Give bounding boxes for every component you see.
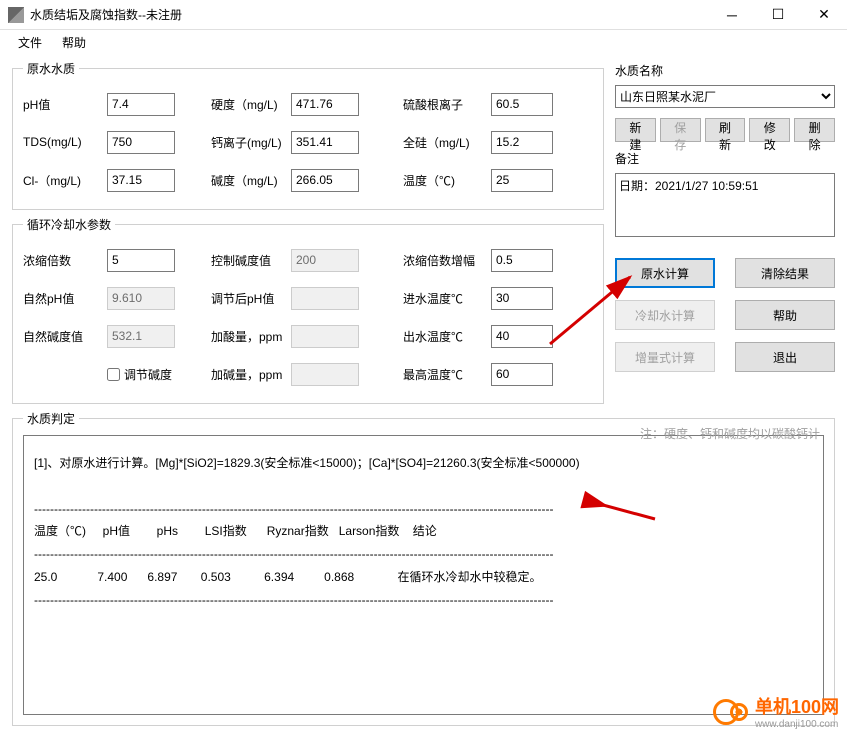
conc-label: 浓缩倍数 [23,252,107,269]
conc-step-label: 浓缩倍数增幅 [403,252,491,269]
cl-label: Cl-（mg/L) [23,172,107,189]
raw-water-group: 原水水质 pH值 硬度（mg/L) 硫酸根离子 TDS(mg/L) [12,60,604,210]
max-temp-input[interactable] [491,363,553,386]
results-group: 水质判定 注：硬度、钙和碱度均以碳酸钙计 [1]、对原水进行计算。[Mg]*[S… [12,410,835,726]
clear-results-button[interactable]: 清除结果 [735,258,835,288]
results-note: 注：硬度、钙和碱度均以碳酸钙计 [640,425,820,442]
adjust-alk-checkbox[interactable] [107,368,120,381]
water-name-label: 水质名称 [615,62,835,79]
calc-cooling-button: 冷却水计算 [615,300,715,330]
app-icon [8,7,24,23]
ph-input[interactable] [107,93,175,116]
outlet-temp-label: 出水温度℃ [403,328,491,345]
adjust-alk-label: 调节碱度 [124,366,172,383]
nat-ph-label: 自然pH值 [23,290,107,307]
calc-incremental-button: 增量式计算 [615,342,715,372]
sulfate-input[interactable] [491,93,553,116]
menubar: 文件 帮助 [0,30,847,54]
exit-button[interactable]: 退出 [735,342,835,372]
max-temp-label: 最高温度℃ [403,366,491,383]
window-title: 水质结垢及腐蚀指数--未注册 [30,6,709,23]
base-input [291,363,359,386]
inlet-temp-input[interactable] [491,287,553,310]
menu-help[interactable]: 帮助 [52,31,96,54]
calcium-label: 钙离子(mg/L) [211,134,291,151]
conc-step-input[interactable] [491,249,553,272]
close-button[interactable]: ✕ [801,0,847,30]
alkalinity-label: 碱度（mg/L) [211,172,291,189]
results-legend: 水质判定 [23,410,79,427]
nat-ph-input [107,287,175,310]
tds-input[interactable] [107,131,175,154]
cl-input[interactable] [107,169,175,192]
acid-input [291,325,359,348]
refresh-button[interactable]: 刷新 [705,118,746,142]
adj-ph-input [291,287,359,310]
hardness-label: 硬度（mg/L) [211,96,291,113]
outlet-temp-input[interactable] [491,325,553,348]
nat-alk-label: 自然碱度值 [23,328,107,345]
water-name-select[interactable]: 山东日照某水泥厂 [615,85,835,108]
calc-raw-button[interactable]: 原水计算 [615,258,715,288]
delete-button[interactable]: 删除 [794,118,835,142]
control-alk-label: 控制碱度值 [211,252,291,269]
acid-label: 加酸量，ppm [211,328,291,345]
cooling-water-group: 循环冷却水参数 浓缩倍数 控制碱度值 浓缩倍数增幅 自然pH值 [12,216,604,404]
new-button[interactable]: 新建 [615,118,656,142]
nat-alk-input [107,325,175,348]
base-label: 加碱量，ppm [211,366,291,383]
minimize-button[interactable]: ─ [709,0,755,30]
modify-button[interactable]: 修改 [749,118,790,142]
results-output[interactable]: [1]、对原水进行计算。[Mg]*[SiO2]=1829.3(安全标准<1500… [23,435,824,715]
sulfate-label: 硫酸根离子 [403,96,491,113]
adj-ph-label: 调节后pH值 [211,290,291,307]
titlebar: 水质结垢及腐蚀指数--未注册 ─ ☐ ✕ [0,0,847,30]
control-alk-input [291,249,359,272]
help-button[interactable]: 帮助 [735,300,835,330]
inlet-temp-label: 进水温度℃ [403,290,491,307]
tds-label: TDS(mg/L) [23,135,107,149]
raw-water-legend: 原水水质 [23,60,79,77]
save-button: 保存 [660,118,701,142]
calcium-input[interactable] [291,131,359,154]
silicon-label: 全硅（mg/L) [403,134,491,151]
ph-label: pH值 [23,96,107,113]
conc-input[interactable] [107,249,175,272]
hardness-input[interactable] [291,93,359,116]
temp-input[interactable] [491,169,553,192]
notes-textarea[interactable]: 日期：2021/1/27 10:59:51 [615,173,835,237]
silicon-input[interactable] [491,131,553,154]
cooling-legend: 循环冷却水参数 [23,216,115,233]
alkalinity-input[interactable] [291,169,359,192]
temp-label: 温度（℃) [403,172,491,189]
maximize-button[interactable]: ☐ [755,0,801,30]
menu-file[interactable]: 文件 [8,31,52,54]
